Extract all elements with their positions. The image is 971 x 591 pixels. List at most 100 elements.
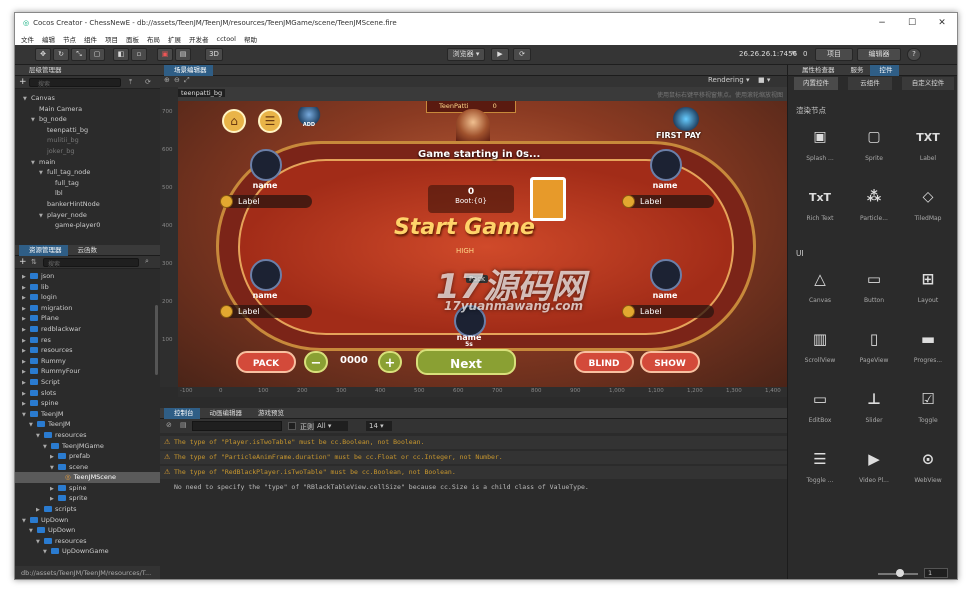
platform-select[interactable]: 浏览器 ▾: [447, 48, 485, 61]
console-tab[interactable]: 游戏预览: [248, 408, 290, 419]
menu-item[interactable]: 布局: [147, 34, 160, 44]
inspector-tab[interactable]: 服务: [841, 65, 870, 76]
console-tab[interactable]: 动画编辑器: [200, 408, 249, 419]
widget-category-tab[interactable]: 内置控件: [794, 77, 838, 90]
blind-button[interactable]: BLIND: [574, 351, 634, 373]
pivot-toggle-icon[interactable]: ◧: [113, 48, 129, 61]
widget-category-tab[interactable]: 云组件: [848, 77, 892, 90]
asset-item[interactable]: ▶ Plane: [15, 313, 160, 324]
zoom-out-icon[interactable]: ⊖: [174, 76, 180, 84]
asset-item[interactable]: ▶ res: [15, 335, 160, 346]
widget-item[interactable]: △ Canvas: [796, 265, 844, 304]
asset-item[interactable]: ▶ json: [15, 271, 160, 282]
widget-item[interactable]: ▶ Video Pl...: [850, 445, 898, 484]
play-button[interactable]: ▶: [491, 48, 509, 61]
sort-icon[interactable]: ⇅: [31, 258, 37, 266]
scene-tab[interactable]: 场景编辑器: [164, 65, 213, 76]
search-icon[interactable]: ⌕: [145, 257, 149, 266]
hierarchy-node[interactable]: game-player0: [15, 220, 160, 231]
inspector-tab[interactable]: 属性检查器: [792, 65, 841, 76]
maximize-icon[interactable]: ☐: [897, 13, 927, 33]
clear-icon[interactable]: ⊘: [166, 421, 172, 429]
first-pay-icon[interactable]: [673, 107, 699, 131]
hierarchy-node[interactable]: ▼ full_tag_node: [15, 167, 160, 178]
widget-item[interactable]: ⊙ WebView: [904, 445, 952, 484]
rect-tool-icon[interactable]: ▢: [89, 48, 105, 61]
move-tool-icon[interactable]: ✥: [35, 48, 51, 61]
fit-view-icon[interactable]: ⤢: [184, 76, 190, 85]
assets-search-input[interactable]: 搜索: [43, 258, 139, 268]
asset-item[interactable]: ▼ TeenJMGame: [15, 441, 160, 452]
menu-item[interactable]: 组件: [84, 34, 97, 44]
widget-item[interactable]: ▭ EditBox: [796, 385, 844, 424]
asset-item[interactable]: ▶ sprite: [15, 493, 160, 504]
minus-button[interactable]: −: [304, 351, 328, 373]
widget-category-tab[interactable]: 自定义控件: [902, 77, 954, 90]
widget-item[interactable]: ◇ TiledMap: [904, 183, 952, 222]
menu-item[interactable]: 开发者: [189, 34, 209, 44]
widget-item[interactable]: ⊥ Slider: [850, 385, 898, 424]
asset-item[interactable]: ▶ redblackwar: [15, 324, 160, 335]
zoom-in-icon[interactable]: ⊕: [164, 76, 170, 84]
add-asset-icon[interactable]: +: [19, 257, 27, 267]
menu-item[interactable]: 项目: [105, 34, 118, 44]
hierarchy-node[interactable]: joker_bg: [15, 146, 160, 157]
asset-item[interactable]: ▼ UpDownGame: [15, 546, 160, 557]
hierarchy-node[interactable]: teenpatti_bg: [15, 125, 160, 136]
open-log-icon[interactable]: ▤: [180, 421, 187, 429]
editor-button[interactable]: 编辑器: [857, 48, 901, 61]
gizmo-toggle-icon[interactable]: ▣: [157, 48, 173, 61]
asset-item[interactable]: ▼ TeenJM: [15, 409, 160, 420]
asset-item[interactable]: ▼ UpDown: [15, 525, 160, 536]
hierarchy-node[interactable]: lbl: [15, 188, 160, 199]
widget-item[interactable]: ▣ Splash ...: [796, 123, 844, 162]
hierarchy-node[interactable]: bankerHintNode: [15, 199, 160, 210]
console-search-input[interactable]: [192, 421, 282, 431]
asset-item[interactable]: ▶ scripts: [15, 504, 160, 515]
project-button[interactable]: 项目: [815, 48, 853, 61]
minimize-icon[interactable]: −: [867, 13, 897, 33]
hierarchy-node[interactable]: ▼ bg_node: [15, 114, 160, 125]
menu-item[interactable]: 编辑: [42, 34, 55, 44]
seat-avatar[interactable]: [650, 259, 682, 291]
asset-item[interactable]: ▶ slots: [15, 388, 160, 399]
add-cash-icon[interactable]: ADD CASH: [296, 107, 322, 164]
asset-item[interactable]: ▶ prefab: [15, 451, 160, 462]
scale-tool-icon[interactable]: ⤡: [71, 48, 87, 61]
hierarchy-node[interactable]: ▼ main: [15, 157, 160, 168]
menu-item[interactable]: cctool: [217, 35, 236, 43]
next-button[interactable]: Next: [416, 349, 516, 375]
filter-select[interactable]: All ▾: [314, 421, 348, 431]
asset-item[interactable]: ▼ TeenJM: [15, 419, 160, 430]
menu-icon[interactable]: ☰: [258, 109, 282, 133]
camera-icon[interactable]: ■ ▾: [758, 76, 770, 84]
mode-3d-button[interactable]: 3D: [205, 48, 223, 61]
console-tab[interactable]: 控制台: [164, 408, 200, 419]
hierarchy-node[interactable]: ▼ player_node: [15, 210, 160, 221]
widget-item[interactable]: ▯ PageView: [850, 325, 898, 364]
hierarchy-node[interactable]: mulitii_bg: [15, 135, 160, 146]
asset-item[interactable]: ▶ login: [15, 292, 160, 303]
first-pay-label[interactable]: FIRST PAY: [656, 131, 701, 140]
seat-avatar[interactable]: [250, 259, 282, 291]
regex-checkbox[interactable]: [288, 422, 296, 430]
add-node-icon[interactable]: +: [19, 77, 27, 87]
asset-item[interactable]: ▶ spine: [15, 483, 160, 494]
rendering-select[interactable]: Rendering ▾: [708, 76, 750, 84]
hierarchy-node[interactable]: Main Camera: [15, 104, 160, 115]
widget-item[interactable]: TXT Label: [904, 123, 952, 163]
menu-item[interactable]: 节点: [63, 34, 76, 44]
plus-button[interactable]: +: [378, 351, 402, 373]
asset-item[interactable]: ▶ RummyFour: [15, 366, 160, 377]
zoom-input[interactable]: 1: [924, 568, 948, 578]
asset-item[interactable]: ▼ resources: [15, 536, 160, 547]
widget-item[interactable]: ▬ Progres...: [904, 325, 952, 364]
assets-scrollbar[interactable]: [155, 305, 158, 375]
grid-toggle-icon[interactable]: ▤: [175, 48, 191, 61]
pack-button[interactable]: PACK: [236, 351, 296, 373]
menu-item[interactable]: 帮助: [244, 34, 257, 44]
help-button[interactable]: ?: [907, 48, 921, 61]
hierarchy-node[interactable]: ▼ Canvas: [15, 93, 160, 104]
asset-item[interactable]: ▼ resources: [15, 430, 160, 441]
asset-item[interactable]: ◎ TeenJMScene: [15, 472, 160, 483]
